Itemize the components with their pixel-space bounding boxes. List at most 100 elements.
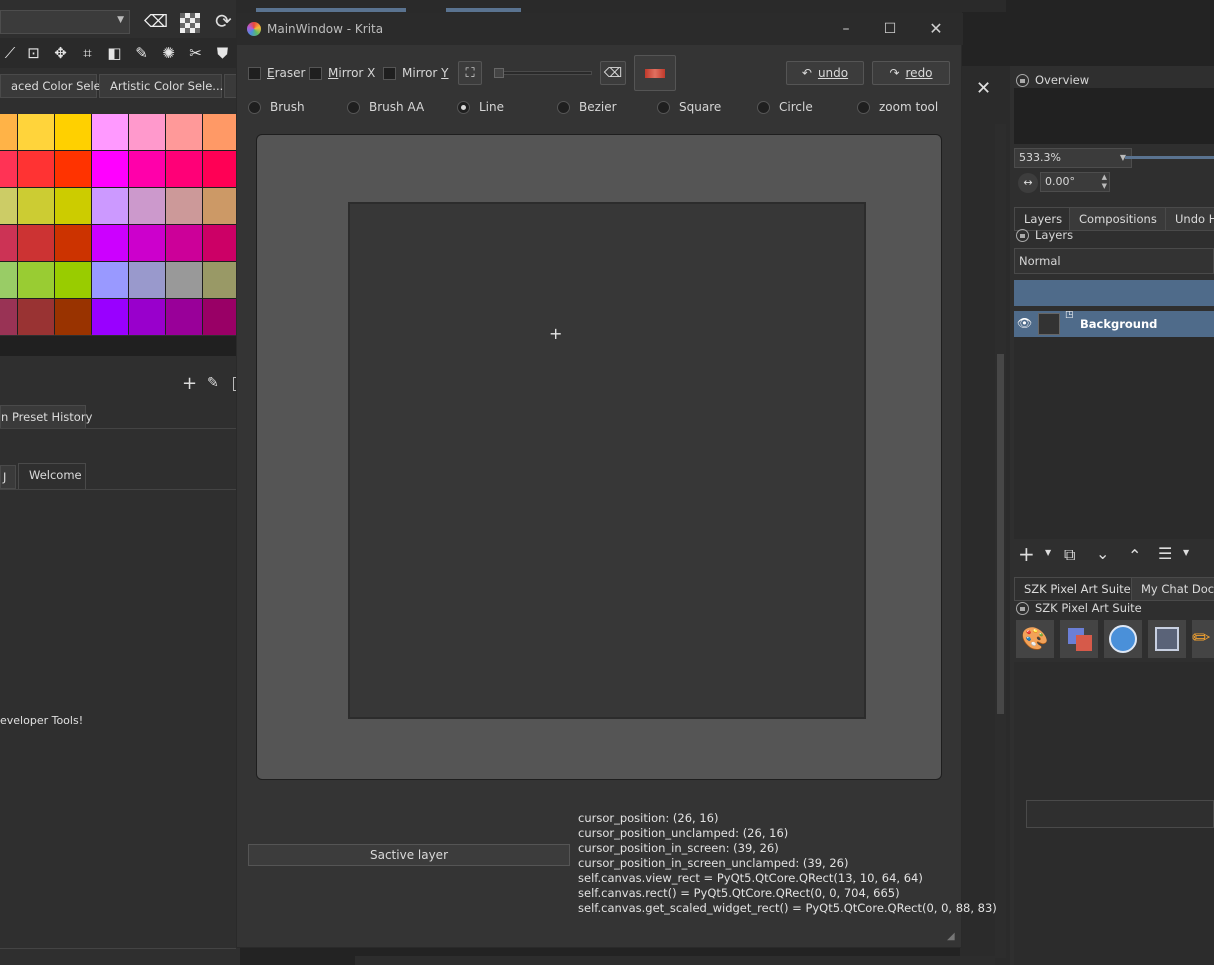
palette-swatch[interactable] [18,114,54,150]
drawing-canvas[interactable]: + [348,202,866,719]
zoom-slider[interactable] [1125,156,1214,159]
save-icon[interactable] [1148,620,1186,658]
move-layer-down-icon[interactable]: ⌄ [1096,544,1109,563]
zoom-combobox[interactable]: 533.3% ▼ [1014,148,1132,168]
redo-button[interactable]: ↷ redo [872,61,950,85]
palette-swatch[interactable] [203,262,239,298]
palette-swatch[interactable] [18,225,54,261]
visibility-eye-icon[interactable]: 👁 [1017,316,1032,330]
canvas-horizontal-scrollbar[interactable] [355,956,995,965]
radio-indicator[interactable] [757,100,770,114]
checkbox-box[interactable] [309,66,322,80]
rotate-icon[interactable]: ↔ [1018,173,1038,193]
move-icon[interactable]: ✥ [47,40,74,66]
spin-arrows-icon[interactable]: ▲ ▼ [1102,173,1107,191]
layer-properties-icon[interactable]: ☰ [1158,544,1172,563]
palette-swatch[interactable] [55,299,91,335]
layers-swap-icon[interactable] [1060,620,1098,658]
tab-artistic-color-selector[interactable]: Artistic Color Sele... [99,74,223,98]
tool-radio-brush-aa[interactable]: Brush AA [347,100,424,114]
crop-icon[interactable]: ⌗ [74,40,101,66]
palette-swatch[interactable] [129,114,165,150]
palette-swatch[interactable] [18,262,54,298]
tool-radio-circle[interactable]: Circle [757,100,813,114]
radio-indicator[interactable] [557,100,570,114]
palette-swatch[interactable] [55,114,91,150]
palette-swatch[interactable] [0,151,17,187]
canvas-vertical-scrollbar[interactable] [995,124,1006,958]
resize-grip-icon[interactable]: ◢ [947,931,955,942]
lock-icon[interactable] [1016,228,1029,242]
mirror-y-checkbox[interactable]: Mirror Y [383,66,449,80]
palette-swatch[interactable] [203,114,239,150]
radio-indicator[interactable] [347,100,360,114]
palette-swatch[interactable] [203,151,239,187]
palette-swatch[interactable] [18,299,54,335]
measure-icon[interactable]: ✂ [182,40,209,66]
move-layer-up-icon[interactable]: ⌃ [1128,546,1141,565]
palette-swatch[interactable] [203,225,239,261]
radio-indicator[interactable] [248,100,261,114]
layer-properties-bar[interactable] [1014,280,1214,306]
checkbox-box[interactable] [248,66,261,80]
maximize-icon[interactable]: ☐ [875,19,905,39]
palette-swatch[interactable] [166,151,202,187]
tool-radio-line[interactable]: Line [457,100,504,114]
mirror-x-checkbox[interactable]: Mirror X [309,66,375,80]
tab-advanced-color-selector[interactable]: aced Color Sele... [0,74,112,98]
palette-icon[interactable]: 🎨 [1016,620,1054,658]
alpha-lock-icon[interactable] [180,13,200,33]
palette-swatch[interactable] [55,262,91,298]
brush-preset-dropdown[interactable]: ▼ [0,10,130,34]
palette-swatch[interactable] [166,225,202,261]
eraser-button[interactable]: ⌫ [600,61,626,85]
radio-indicator[interactable] [457,100,470,114]
checkbox-box[interactable] [383,66,396,80]
palette-swatch[interactable] [166,262,202,298]
palette-swatch[interactable] [129,151,165,187]
active-layer-button[interactable]: Sactive layer [248,844,570,866]
minimize-icon[interactable]: – [831,19,861,39]
palette-swatch[interactable] [92,114,128,150]
gradient-icon[interactable]: ◧ [101,40,128,66]
fill-icon[interactable]: ⛊ [209,40,236,66]
tool-radio-brush[interactable]: Brush [248,100,305,114]
layer-row-background[interactable]: 👁 ◳ Background [1014,310,1214,337]
rotation-spinbox[interactable]: 0.00° ▲ ▼ [1040,172,1110,192]
tool-radio-bezier[interactable]: Bezier [557,100,617,114]
palette-swatch[interactable] [92,262,128,298]
globe-icon[interactable] [1104,620,1142,658]
blend-mode-select[interactable]: Normal [1014,248,1214,274]
tab-preset-history[interactable]: n Preset History [0,405,92,429]
tool-radio-square[interactable]: Square [657,100,721,114]
palette-swatch[interactable] [55,188,91,224]
slider-handle[interactable] [494,68,504,78]
reload-preset-icon[interactable]: ⟳ [215,9,232,33]
eyedropper-icon[interactable]: ✎ [128,40,155,66]
add-layer-icon[interactable]: + [1018,542,1035,566]
palette-swatch[interactable] [55,225,91,261]
palette-swatch[interactable] [166,188,202,224]
close-icon[interactable]: ✕ [921,19,951,39]
plugin-input[interactable] [1026,800,1214,828]
chevron-down-icon[interactable]: ▼ [1183,548,1189,557]
palette-swatch[interactable] [129,299,165,335]
palette-swatch[interactable] [0,299,17,335]
palette-swatch[interactable] [0,188,17,224]
palette-swatch[interactable] [129,225,165,261]
palette-swatch[interactable] [18,151,54,187]
palette-swatch[interactable] [55,151,91,187]
palette-swatch[interactable] [0,114,17,150]
close-document-icon[interactable]: ✕ [976,78,991,99]
smart-patch-icon[interactable]: ✺ [155,40,182,66]
duplicate-layer-icon[interactable]: ⧉ [1064,545,1075,565]
palette-swatch[interactable] [203,188,239,224]
radio-indicator[interactable] [857,100,870,114]
palette-swatch[interactable] [92,151,128,187]
palette-swatch[interactable] [92,225,128,261]
lock-icon[interactable] [1016,601,1029,615]
palette-swatch[interactable] [166,114,202,150]
brush-size-slider[interactable] [494,68,592,78]
palette-swatch[interactable] [203,299,239,335]
palette-swatch[interactable] [18,188,54,224]
